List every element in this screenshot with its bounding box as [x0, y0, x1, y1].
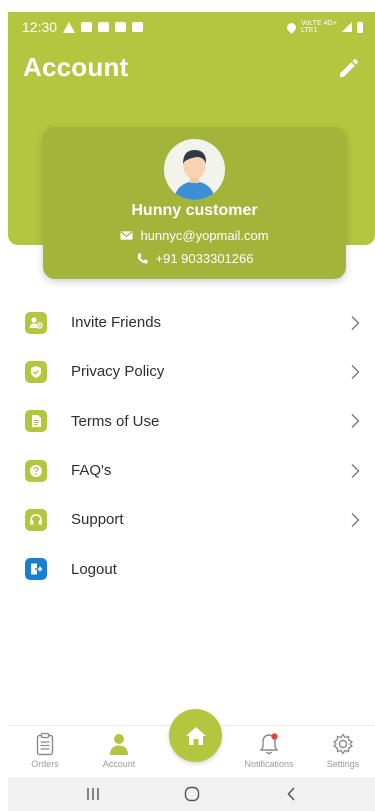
nav-orders[interactable]: Orders: [10, 732, 80, 769]
chevron-right-icon: [351, 463, 360, 478]
profile-phone-text: +91 9033301266: [155, 251, 254, 266]
bell-icon: [259, 733, 279, 755]
location-icon: [285, 20, 298, 34]
network-label: VoLTE 4G+ LTE1: [301, 20, 337, 34]
network-label-bottom: LTE1: [301, 27, 318, 34]
alert-icon: [63, 21, 76, 33]
clipboard-icon: [36, 732, 54, 756]
circle-home-icon: [184, 786, 199, 802]
menu-item-label: Privacy Policy: [71, 363, 165, 381]
profile-card: Hunny customer hunnyc@yopmail.com +91 90…: [43, 127, 346, 279]
chevron-right-icon: [351, 414, 360, 429]
logout-icon: [25, 558, 47, 581]
menu-item-label: Terms of Use: [71, 412, 160, 430]
recent-apps-button[interactable]: [78, 784, 108, 804]
system-home-button[interactable]: [177, 784, 207, 804]
pencil-icon: [340, 59, 358, 77]
bottom-navigation: Orders Account Notifications Settings: [8, 709, 375, 775]
menu-item-label: Logout: [71, 560, 117, 578]
home-button[interactable]: [169, 709, 222, 762]
profile-email: hunnyc@yopmail.com: [43, 228, 346, 243]
shield-icon: [25, 360, 47, 383]
gear-icon: [332, 733, 354, 755]
question-icon: [25, 459, 47, 482]
menu-item-faqs[interactable]: FAQ's: [0, 446, 375, 495]
menu-item-label: Invite Friends: [71, 314, 162, 332]
app-notification-icon: [81, 22, 93, 32]
recent-apps-icon: [86, 788, 99, 800]
menu-item-terms-of-use[interactable]: Terms of Use: [0, 397, 375, 446]
avatar: [164, 139, 225, 200]
menu-item-support[interactable]: Support: [0, 495, 375, 544]
phone-icon: [137, 253, 148, 264]
nav-settings-label: Settings: [326, 759, 360, 769]
menu-item-invite-friends[interactable]: Invite Friends: [0, 298, 375, 347]
status-time: 12:30: [22, 19, 58, 35]
signal-icon: [342, 22, 352, 32]
menu-item-label: FAQ's: [71, 462, 112, 480]
status-bar: 12:30 VoLTE 4G+ LTE1: [8, 12, 375, 42]
home-icon: [185, 726, 206, 745]
invite-friends-icon: [25, 311, 47, 334]
back-arrow-icon: [286, 787, 295, 801]
system-navigation-bar: [8, 777, 375, 811]
profile-name: Hunny customer: [131, 202, 258, 219]
nav-account[interactable]: Account: [84, 732, 154, 769]
menu-item-privacy-policy[interactable]: Privacy Policy: [0, 347, 375, 396]
profile-phone: +91 9033301266: [43, 251, 346, 266]
person-icon: [110, 734, 128, 755]
chevron-right-icon: [351, 364, 360, 379]
gallery-icon: [115, 22, 127, 32]
avatar-illustration: [164, 139, 225, 200]
chevron-right-icon: [351, 512, 360, 527]
chevron-right-icon: [351, 315, 360, 330]
battery-icon: [357, 21, 363, 33]
nav-notifications-label: Notifications: [244, 759, 294, 769]
menu-list: Invite Friends Privacy Policy Terms of U…: [0, 298, 375, 594]
app-notification-icon: [98, 22, 110, 32]
nav-settings[interactable]: Settings: [308, 732, 375, 769]
nav-account-label: Account: [102, 759, 136, 769]
page-title: Account: [23, 52, 129, 82]
edit-profile-button[interactable]: [337, 56, 361, 80]
headset-icon: [25, 508, 47, 531]
menu-item-logout[interactable]: Logout: [0, 544, 375, 593]
menu-item-label: Support: [71, 511, 124, 529]
nav-orders-label: Orders: [31, 759, 59, 769]
status-left: 12:30: [22, 19, 144, 35]
document-icon: [25, 410, 47, 433]
profile-email-text: hunnyc@yopmail.com: [140, 228, 269, 243]
system-back-button[interactable]: [276, 784, 306, 804]
mail-icon: [120, 231, 133, 240]
status-right: VoLTE 4G+ LTE1: [285, 20, 363, 34]
network-label-top: VoLTE 4G+: [301, 20, 337, 27]
message-icon: [132, 22, 144, 32]
nav-notifications[interactable]: Notifications: [234, 732, 304, 769]
